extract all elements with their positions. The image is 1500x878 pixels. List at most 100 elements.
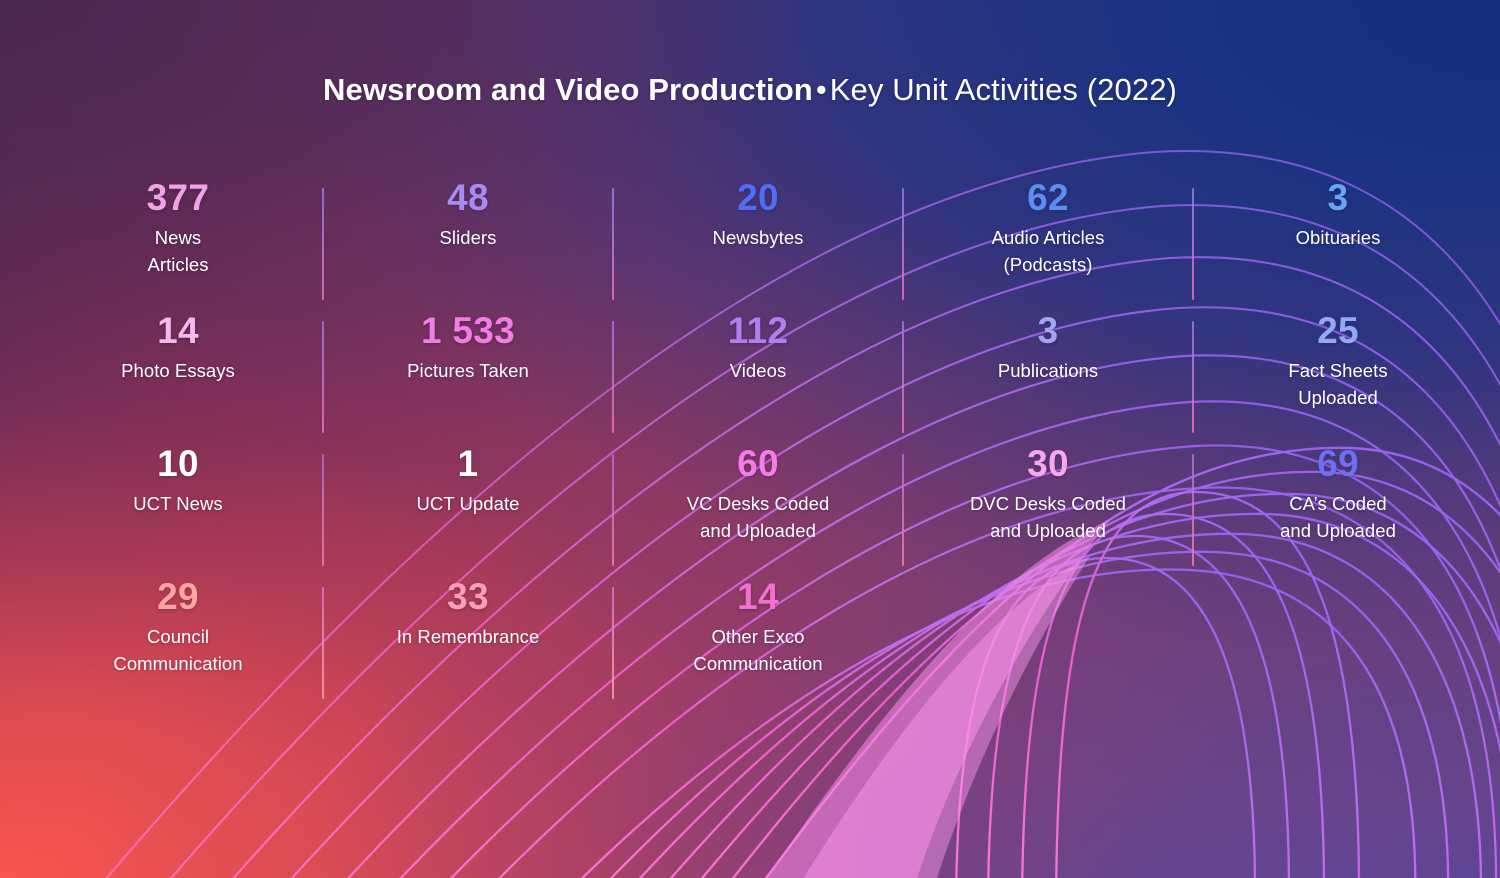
stat-label-line-1: Fact Sheets [1288, 360, 1388, 381]
stat-cell: 10 UCT News [33, 444, 323, 577]
infographic-canvas: Newsroom and Video Production•Key Unit A… [0, 0, 1500, 878]
stat-cell: 14 Other Exco Communication [613, 577, 903, 710]
stat-cell: 48 Sliders [323, 178, 613, 311]
stat-value: 3 [1037, 310, 1059, 351]
content-layer: Newsroom and Video Production•Key Unit A… [0, 0, 1500, 878]
stats-row: 29 Council Communication 33 In Remembrance 14… [33, 577, 1467, 710]
stat-value: 1 [457, 443, 479, 484]
stat-label-line-1: DVC Desks Coded [969, 493, 1126, 514]
page-title-separator: • [815, 72, 827, 107]
stat-cell: 1 UCT Update [323, 444, 613, 577]
stat-value: 112 [727, 310, 789, 351]
stat-label: Audio Articles (Podcasts) [903, 225, 1193, 279]
page-title: Newsroom and Video Production•Key Unit A… [0, 72, 1500, 109]
stat-label: Pictures Taken [323, 358, 613, 385]
stat-value: 25 [1317, 310, 1359, 351]
stat-label-line-1: Videos [729, 360, 787, 381]
column-divider [902, 454, 904, 566]
stat-label-line-2: Communication [113, 652, 243, 674]
stat-label: Newsbytes [613, 225, 903, 252]
stat-label-line-1: In Remembrance [396, 626, 540, 647]
stat-label: CA’s Coded and Uploaded [1193, 491, 1483, 545]
stat-cell: 60 VC Desks Coded and Uploaded [613, 444, 903, 577]
stat-cell: 20 Newsbytes [613, 178, 903, 311]
stat-label: DVC Desks Coded and Uploaded [903, 491, 1193, 545]
stat-value: 10 [157, 443, 199, 484]
stat-value: 69 [1317, 443, 1359, 484]
column-divider [322, 587, 324, 699]
page-title-bold: Newsroom and Video Production [323, 72, 813, 107]
column-divider [612, 587, 614, 699]
stat-label-line-2: Articles [147, 253, 209, 275]
column-divider [322, 321, 324, 433]
stat-label: Other Exco Communication [613, 624, 903, 678]
stat-value: 60 [737, 443, 779, 484]
stat-label-line-1: UCT Update [416, 493, 520, 514]
stat-cell: 1 533 Pictures Taken [323, 311, 613, 444]
stat-cell: 29 Council Communication [33, 577, 323, 710]
stat-value: 29 [157, 576, 199, 617]
column-divider [1192, 454, 1194, 566]
stat-label: In Remembrance [323, 624, 613, 651]
stats-row: 14 Photo Essays 1 533 Pictures Taken 112 Vide… [33, 311, 1467, 444]
column-divider [612, 188, 614, 300]
stat-label: UCT Update [323, 491, 613, 518]
stat-label-line-1: Council [146, 626, 210, 647]
stat-value: 62 [1027, 177, 1069, 218]
stat-value: 30 [1027, 443, 1069, 484]
stat-cell: 30 DVC Desks Coded and Uploaded [903, 444, 1193, 577]
stat-label-line-1: Obituaries [1295, 227, 1381, 248]
stat-label-line-1: News [154, 227, 202, 248]
stat-value: 14 [157, 310, 199, 351]
stat-label-line-1: UCT News [133, 493, 223, 514]
stat-label-line-1: Publications [997, 360, 1099, 381]
stat-cell: 25 Fact Sheets Uploaded [1193, 311, 1483, 444]
stat-cell: 112 Videos [613, 311, 903, 444]
stat-label-line-1: CA’s Coded [1289, 493, 1387, 514]
column-divider [902, 321, 904, 433]
stat-label: Fact Sheets Uploaded [1193, 358, 1483, 412]
stat-label-line-2: and Uploaded [990, 519, 1106, 541]
stat-cell: 62 Audio Articles (Podcasts) [903, 178, 1193, 311]
stat-label-line-2: (Podcasts) [1003, 253, 1093, 275]
column-divider [322, 454, 324, 566]
stats-row: 10 UCT News 1 UCT Update 60 VC Desks Coded and… [33, 444, 1467, 577]
stat-value: 377 [146, 177, 210, 218]
column-divider [902, 188, 904, 300]
stat-cell: 14 Photo Essays [33, 311, 323, 444]
stat-label-line-1: Other Exco [711, 626, 805, 647]
page-title-light: Key Unit Activities (2022) [829, 72, 1177, 107]
stat-label-line-2: Uploaded [1298, 386, 1378, 408]
stat-label: Photo Essays [33, 358, 323, 385]
column-divider [612, 454, 614, 566]
column-divider [1192, 321, 1194, 433]
stat-value: 1 533 [420, 310, 516, 351]
statistics-grid: 377 News Articles 48 Sliders 20 Newsbytes 62 Aud… [33, 178, 1467, 710]
stat-label-line-2: and Uploaded [700, 519, 816, 541]
stat-label: UCT News [33, 491, 323, 518]
stat-label: Publications [903, 358, 1193, 385]
column-divider [322, 188, 324, 300]
stat-cell: 377 News Articles [33, 178, 323, 311]
stat-label-line-1: VC Desks Coded [686, 493, 830, 514]
stat-label-line-2: and Uploaded [1280, 519, 1396, 541]
stat-label-line-2: Communication [693, 652, 823, 674]
stat-cell: 3 Obituaries [1193, 178, 1483, 311]
stats-row: 377 News Articles 48 Sliders 20 Newsbytes 62 Aud… [33, 178, 1467, 311]
stat-value: 48 [447, 177, 489, 218]
stat-value: 3 [1327, 177, 1349, 218]
stat-cell: 69 CA’s Coded and Uploaded [1193, 444, 1483, 577]
stat-label: Council Communication [33, 624, 323, 678]
stat-value: 33 [447, 576, 489, 617]
stat-label: Obituaries [1193, 225, 1483, 252]
stat-value: 20 [737, 177, 779, 218]
stat-label-line-1: Pictures Taken [407, 360, 529, 381]
stat-cell: 33 In Remembrance [323, 577, 613, 710]
stat-label: Sliders [323, 225, 613, 252]
stat-cell: 3 Publications [903, 311, 1193, 444]
stat-label: VC Desks Coded and Uploaded [613, 491, 903, 545]
stat-label: News Articles [33, 225, 323, 279]
column-divider [1192, 188, 1194, 300]
stat-label-line-1: Newsbytes [712, 227, 804, 248]
stat-value: 14 [737, 576, 779, 617]
